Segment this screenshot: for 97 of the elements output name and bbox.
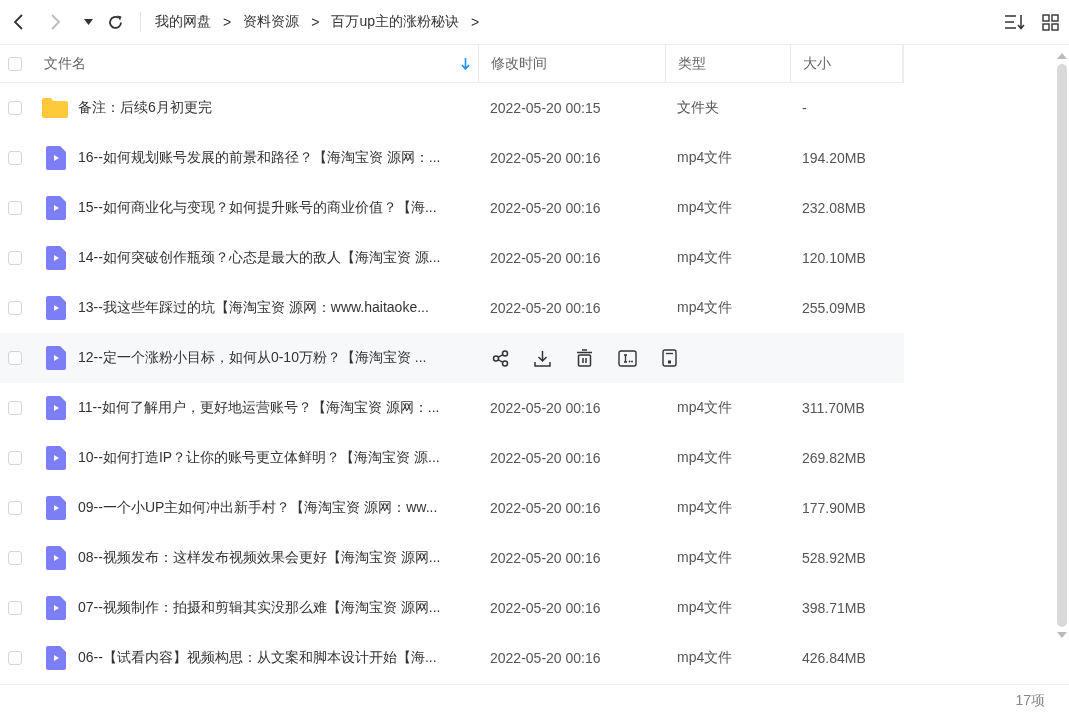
file-size: 398.71MB — [802, 600, 866, 616]
file-name[interactable]: 备注：后续6月初更完 — [78, 99, 212, 117]
header-cell[interactable]: 类型 — [666, 45, 792, 82]
file-row[interactable]: 07--视频制作：拍摄和剪辑其实没那么难【海淘宝资 源网... 2022-05-20 00:16 mp4文件 398.71MB — [0, 583, 904, 633]
breadcrumb-separator: > — [223, 14, 232, 30]
file-name[interactable]: 14--如何突破创作瓶颈？心态是最大的敌人【海淘宝资 源... — [78, 249, 441, 267]
modified-time: 2022-05-20 00:16 — [490, 300, 601, 316]
scroll-up-icon[interactable] — [1056, 53, 1067, 59]
file-row[interactable]: 13--我这些年踩过的坑【海淘宝资 源网：www.haitaoke... 2022-05-20 00:16 mp4文件 255.09MB — [0, 283, 904, 333]
file-size: 255.09MB — [802, 300, 866, 316]
file-name[interactable]: 06--【试看内容】视频构思：从文案和脚本设计开始【海... — [78, 649, 437, 667]
item-count: 17项 — [1015, 692, 1045, 710]
row-checkbox[interactable] — [8, 601, 22, 615]
file-type: mp4文件 — [677, 649, 733, 667]
breadcrumb-separator: > — [470, 14, 480, 30]
modified-time: 2022-05-20 00:16 — [490, 500, 601, 516]
row-checkbox[interactable] — [8, 351, 22, 365]
row-checkbox[interactable] — [8, 301, 22, 315]
file-size: 528.92MB — [802, 550, 866, 566]
grid-view-icon[interactable] — [1042, 13, 1059, 31]
file-size: 269.82MB — [802, 450, 866, 466]
file-size: 194.20MB — [802, 150, 866, 166]
file-name[interactable]: 10--如何打造IP？让你的账号更立体鲜明？【海淘宝资 源... — [78, 449, 440, 467]
file-type: mp4文件 — [677, 449, 733, 467]
dropdown-icon[interactable] — [84, 19, 93, 25]
row-checkbox[interactable] — [8, 451, 22, 465]
file-size: 426.84MB — [802, 650, 866, 666]
modified-time: 2022-05-20 00:16 — [490, 600, 601, 616]
row-checkbox[interactable] — [8, 551, 22, 565]
file-row[interactable]: 12--定一个涨粉小目标，如何从0-10万粉？【海淘宝资 ... — [0, 333, 904, 383]
sort-icon[interactable] — [1004, 14, 1026, 30]
breadcrumb-link[interactable]: 我的网盘 — [155, 13, 211, 31]
file-name[interactable]: 12--定一个涨粉小目标，如何从0-10万粉？【海淘宝资 ... — [78, 349, 427, 367]
modified-time: 2022-05-20 00:16 — [490, 400, 601, 416]
column-header[interactable]: 修改时间 — [491, 54, 548, 73]
rename-icon[interactable] — [618, 349, 637, 367]
breadcrumb-link[interactable]: 百万up主的涨粉秘诀 — [331, 13, 459, 31]
row-checkbox[interactable] — [8, 151, 22, 165]
file-row[interactable]: 16--如何规划账号发展的前景和路径？【海淘宝资 源网：... 2022-05-20 00:16 mp4文件 194.20MB — [0, 133, 904, 183]
more-icon[interactable] — [662, 349, 677, 367]
file-size: - — [802, 100, 807, 116]
file-type: mp4文件 — [677, 499, 733, 517]
download-icon[interactable] — [534, 349, 551, 367]
scroll-down-icon[interactable] — [1056, 632, 1067, 638]
modified-time: 2022-05-20 00:16 — [490, 650, 601, 666]
file-name[interactable]: 09--一个小UP主如何冲出新手村？【海淘宝资 源网：ww... — [78, 499, 438, 517]
file-name[interactable]: 07--视频制作：拍摄和剪辑其实没那么难【海淘宝资 源网... — [78, 599, 441, 617]
row-checkbox[interactable] — [8, 401, 22, 415]
file-type: mp4文件 — [677, 549, 733, 567]
column-header[interactable]: 类型 — [678, 54, 707, 73]
column-header[interactable]: 文件名 — [44, 54, 86, 73]
file-row[interactable]: 10--如何打造IP？让你的账号更立体鲜明？【海淘宝资 源... 2022-05-20 00:16 mp4文件 269.82MB — [0, 433, 904, 483]
share-icon[interactable] — [492, 349, 509, 367]
file-row[interactable]: 09--一个小UP主如何冲出新手村？【海淘宝资 源网：ww... 2022-05-20 00:16 mp4文件 177.90MB — [0, 483, 904, 533]
back-icon[interactable] — [12, 13, 26, 31]
modified-time: 2022-05-20 00:16 — [490, 200, 601, 216]
file-type: mp4文件 — [677, 199, 733, 217]
file-type: mp4文件 — [677, 299, 733, 317]
file-row[interactable]: 15--如何商业化与变现？如何提升账号的商业价值？【海... 2022-05-20 00:16 mp4文件 232.08MB — [0, 183, 904, 233]
file-type: mp4文件 — [677, 399, 733, 417]
row-checkbox[interactable] — [8, 101, 22, 115]
row-checkbox[interactable] — [8, 651, 22, 665]
row-checkbox[interactable] — [8, 251, 22, 265]
file-type: mp4文件 — [677, 149, 733, 167]
file-type: 文件夹 — [677, 99, 719, 117]
modified-time: 2022-05-20 00:16 — [490, 250, 601, 266]
file-type: mp4文件 — [677, 599, 733, 617]
file-name[interactable]: 15--如何商业化与变现？如何提升账号的商业价值？【海... — [78, 199, 437, 217]
modified-time: 2022-05-20 00:16 — [490, 550, 601, 566]
select-all-checkbox[interactable] — [8, 56, 22, 71]
file-size: 232.08MB — [802, 200, 866, 216]
row-checkbox[interactable] — [8, 501, 22, 515]
file-size: 120.10MB — [802, 250, 866, 266]
forward-icon[interactable] — [48, 13, 62, 31]
breadcrumb-separator: > — [311, 14, 320, 30]
column-header[interactable]: 大小 — [803, 54, 832, 73]
file-row[interactable]: 08--视频发布：这样发布视频效果会更好【海淘宝资 源网... 2022-05-20 00:16 mp4文件 528.92MB — [0, 533, 904, 583]
file-name[interactable]: 16--如何规划账号发展的前景和路径？【海淘宝资 源网：... — [78, 149, 441, 167]
modified-time: 2022-05-20 00:16 — [490, 450, 601, 466]
file-type: mp4文件 — [677, 249, 733, 267]
header-cell[interactable]: 修改时间 — [479, 45, 667, 82]
refresh-icon[interactable] — [107, 13, 124, 31]
modified-time: 2022-05-20 00:16 — [490, 150, 601, 166]
file-name[interactable]: 11--如何了解用户，更好地运营账号？【海淘宝资 源网：... — [78, 399, 440, 417]
file-row[interactable]: 备注：后续6月初更完 2022-05-20 00:15 文件夹 - — [0, 83, 904, 133]
breadcrumb-link[interactable]: 资料资源 — [243, 13, 300, 31]
header-cell[interactable]: 大小 — [791, 45, 903, 82]
row-checkbox[interactable] — [8, 201, 22, 215]
file-row[interactable]: 11--如何了解用户，更好地运营账号？【海淘宝资 源网：... 2022-05-20 00:16 mp4文件 311.70MB — [0, 383, 904, 433]
file-name[interactable]: 08--视频发布：这样发布视频效果会更好【海淘宝资 源网... — [78, 549, 441, 567]
file-row[interactable]: 14--如何突破创作瓶颈？心态是最大的敌人【海淘宝资 源... 2022-05-20 00:16 mp4文件 120.10MB — [0, 233, 904, 283]
modified-time: 2022-05-20 00:15 — [490, 100, 601, 116]
file-name[interactable]: 13--我这些年踩过的坑【海淘宝资 源网：www.haitaoke... — [78, 299, 429, 317]
file-size: 177.90MB — [802, 500, 866, 516]
file-row[interactable]: 06--【试看内容】视频构思：从文案和脚本设计开始【海... 2022-05-20 00:16 mp4文件 426.84MB — [0, 633, 904, 683]
file-size: 311.70MB — [802, 400, 865, 416]
trash-icon[interactable] — [576, 349, 593, 367]
